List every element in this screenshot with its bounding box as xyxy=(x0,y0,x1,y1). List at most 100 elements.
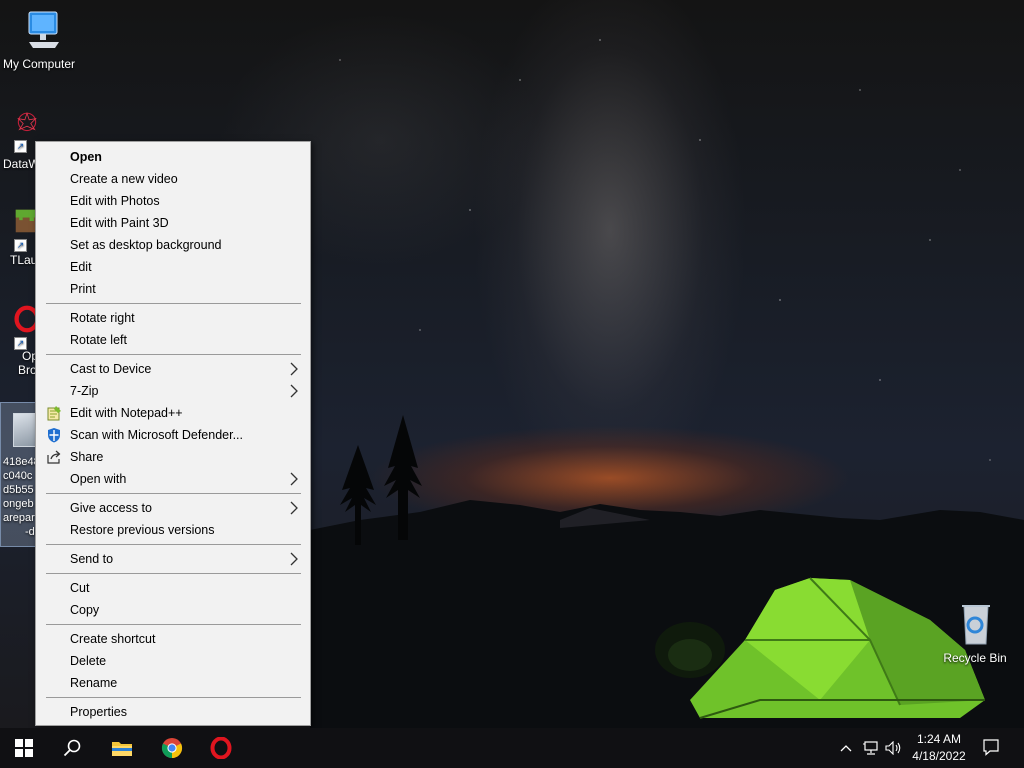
menu-separator xyxy=(46,354,301,355)
menu-item-label: Edit with Paint 3D xyxy=(70,216,169,230)
menu-item-label: Cast to Device xyxy=(70,362,152,376)
chevron-right-icon xyxy=(290,552,298,566)
menu-item-rename[interactable]: Rename xyxy=(36,672,310,694)
menu-item-rotate-right[interactable]: Rotate right xyxy=(36,307,310,329)
menu-item-give-access-to[interactable]: Give access to xyxy=(36,497,310,519)
menu-item-label: Copy xyxy=(70,603,100,617)
desktop-icon-opera[interactable]: ↗ Op Bro xyxy=(0,304,40,377)
start-icon xyxy=(15,739,33,757)
clock-time: 1:24 AM xyxy=(916,732,962,746)
menu-separator xyxy=(46,303,301,304)
menu-item-label: Edit with Notepad++ xyxy=(70,406,183,420)
menu-item-label: Rename xyxy=(70,676,118,690)
menu-item-open[interactable]: Open xyxy=(36,146,310,168)
menu-item-edit[interactable]: Edit xyxy=(36,256,310,278)
desktop-icon-my-computer[interactable]: My Computer xyxy=(0,8,78,71)
computer-icon xyxy=(28,11,59,48)
menu-item-restore-previous-versions[interactable]: Restore previous versions xyxy=(36,519,310,541)
defender-shield-icon xyxy=(48,428,60,443)
recycle-bin-icon xyxy=(962,605,990,645)
menu-item-label: Restore previous versions xyxy=(70,523,215,537)
menu-separator xyxy=(46,544,301,545)
menu-item-create-new-video[interactable]: Create a new video xyxy=(36,168,310,190)
menu-item-label: Scan with Microsoft Defender... xyxy=(70,428,243,442)
menu-item-copy[interactable]: Copy xyxy=(36,599,310,621)
menu-item-label: Open xyxy=(70,150,102,164)
menu-item-edit-with-paint-3d[interactable]: Edit with Paint 3D xyxy=(36,212,310,234)
menu-item-open-with[interactable]: Open with xyxy=(36,468,310,490)
menu-item-share[interactable]: Share xyxy=(36,446,310,468)
menu-item-label: Give access to xyxy=(70,501,152,515)
datawrangler-icon xyxy=(17,111,37,132)
menu-item-create-shortcut[interactable]: Create shortcut xyxy=(36,628,310,650)
menu-item-scan-with-defender[interactable]: Scan with Microsoft Defender... xyxy=(36,424,310,446)
clock-date: 4/18/2022 xyxy=(912,749,966,763)
desktop-icon-label: Recycle Bin xyxy=(943,651,1007,665)
menu-item-set-desktop-background[interactable]: Set as desktop background xyxy=(36,234,310,256)
shortcut-arrow-icon: ↗ xyxy=(14,140,27,153)
volume-icon xyxy=(885,741,901,755)
opera-icon xyxy=(210,737,232,759)
desktop-icon-recycle-bin[interactable]: Recycle Bin xyxy=(936,602,1014,665)
taskbar-clock[interactable]: 1:24 AM 4/18/2022 xyxy=(908,731,970,765)
chevron-right-icon xyxy=(290,384,298,398)
menu-item-send-to[interactable]: Send to xyxy=(36,548,310,570)
desktop-icon-tlauncher[interactable]: ↗ TLau xyxy=(0,206,40,267)
shortcut-arrow-icon: ↗ xyxy=(14,337,27,350)
menu-item-rotate-left[interactable]: Rotate left xyxy=(36,329,310,351)
desktop-icon-label: My Computer xyxy=(2,57,76,71)
menu-item-label: Properties xyxy=(70,705,127,719)
shortcut-arrow-icon: ↗ xyxy=(14,239,27,252)
menu-item-label: Create shortcut xyxy=(70,632,156,646)
menu-item-label: Edit with Photos xyxy=(70,194,160,208)
file-explorer-icon xyxy=(112,742,132,756)
notification-icon xyxy=(983,739,999,756)
menu-item-label: Edit xyxy=(70,260,92,274)
menu-separator xyxy=(46,493,301,494)
menu-item-properties[interactable]: Properties xyxy=(36,701,310,723)
menu-item-edit-with-notepad-plus-plus[interactable]: Edit with Notepad++ xyxy=(36,402,310,424)
menu-item-cut[interactable]: Cut xyxy=(36,577,310,599)
menu-item-7-zip[interactable]: 7-Zip xyxy=(36,380,310,402)
chrome-icon xyxy=(161,738,183,759)
menu-item-label: Open with xyxy=(70,472,127,486)
menu-item-edit-with-photos[interactable]: Edit with Photos xyxy=(36,190,310,212)
volume-button[interactable] xyxy=(884,738,904,758)
desktop-icon-datawrangler[interactable]: ↗ DataW xyxy=(0,106,40,171)
context-menu: Open Create a new video Edit with Photos… xyxy=(35,141,311,726)
menu-item-print[interactable]: Print xyxy=(36,278,310,300)
action-center-button[interactable] xyxy=(981,737,1001,757)
taskbar: 1:24 AM 4/18/2022 xyxy=(0,728,1024,768)
show-hidden-icons-button[interactable] xyxy=(836,738,856,758)
start-button[interactable] xyxy=(0,728,48,768)
menu-separator xyxy=(46,697,301,698)
chevron-right-icon xyxy=(290,472,298,486)
chevron-right-icon xyxy=(290,501,298,515)
menu-item-label: Create a new video xyxy=(70,172,178,186)
menu-item-cast-to-device[interactable]: Cast to Device xyxy=(36,358,310,380)
chevron-up-icon xyxy=(840,745,852,752)
menu-item-label: Rotate right xyxy=(70,311,135,325)
taskbar-chrome[interactable] xyxy=(148,728,196,768)
menu-item-label: Rotate left xyxy=(70,333,127,347)
menu-item-label: Cut xyxy=(70,581,90,595)
desktop-wallpaper[interactable]: My Computer ↗ DataW ↗ TLau ↗ Op Bro 418e… xyxy=(0,0,1024,728)
menu-item-label: Share xyxy=(70,450,104,464)
chevron-right-icon xyxy=(290,362,298,376)
menu-item-label: 7-Zip xyxy=(70,384,99,398)
network-button[interactable] xyxy=(861,738,881,758)
search-icon xyxy=(63,739,81,757)
menu-separator xyxy=(46,573,301,574)
notepad-plus-plus-icon xyxy=(47,406,61,421)
network-icon xyxy=(863,741,878,755)
taskbar-file-explorer[interactable] xyxy=(98,728,146,768)
menu-item-label: Print xyxy=(70,282,96,296)
menu-item-label: Set as desktop background xyxy=(70,238,222,252)
search-button[interactable] xyxy=(48,728,96,768)
menu-item-label: Delete xyxy=(70,654,107,668)
share-icon xyxy=(47,450,61,464)
menu-separator xyxy=(46,624,301,625)
menu-item-label: Send to xyxy=(70,552,114,566)
menu-item-delete[interactable]: Delete xyxy=(36,650,310,672)
taskbar-opera[interactable] xyxy=(197,728,245,768)
